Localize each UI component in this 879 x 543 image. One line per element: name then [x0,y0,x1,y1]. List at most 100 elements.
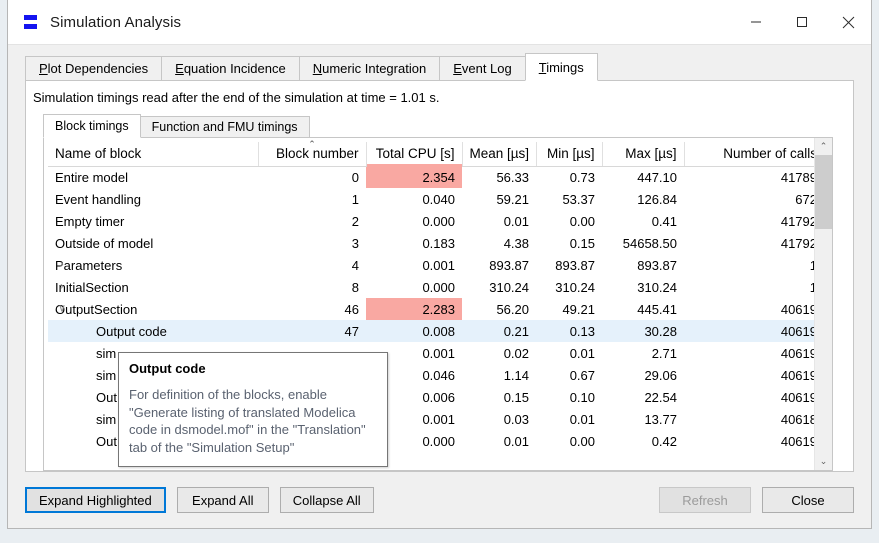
cell-min: 0.73 [569,169,595,185]
column-header-number-of-calls[interactable]: Number of calls [684,142,814,167]
simulation-analysis-window: Simulation Analysis Plot Dependencies Eq… [7,0,872,529]
cell-name-of-block: Entire model [48,166,258,188]
cell-mean: 56.33 [496,169,529,185]
tab-equation-incidence[interactable]: Equation Incidence [161,56,299,81]
cell-mean: 0.03 [503,411,529,427]
tab-event-log[interactable]: Event Log [439,56,525,81]
table-header-row: Name of block ⌃ Block number Total CPU [… [48,140,814,167]
block-tooltip: Output code For definition of the blocks… [118,352,388,467]
cell-block-number: 2 [351,213,359,229]
cell-total-cpu: 0.000 [422,279,455,295]
cell-max: 0.42 [651,433,677,449]
cell-name-of-block: › Parameters [48,254,258,276]
expand-highlighted-button[interactable]: Expand Highlighted [25,487,166,513]
cell-number-of-calls: 40618 [780,411,814,427]
cell-total-cpu: 2.354 [366,166,462,188]
cell-max: 22.54 [644,389,677,405]
column-header-block-number[interactable]: ⌃ Block number [258,140,367,167]
cell-block-number: 4 [351,257,359,273]
table-row[interactable]: Event handling 1 0.040 59.21 53.37 126.84 672 [48,188,814,210]
scrollbar-thumb[interactable] [815,155,832,229]
vertical-scrollbar[interactable]: ⌃ ⌄ [814,138,832,470]
cell-number-of-calls: 41789 [780,169,814,185]
cell-total-cpu: 0.000 [422,213,455,229]
cell-mean: 0.02 [503,345,529,361]
cell-mean: 59.21 [496,191,529,207]
tab-timings[interactable]: Timings [524,53,598,81]
block-name-label: Out [96,389,117,405]
cell-block-number: 46 [344,301,359,317]
block-name-label: Entire model [55,169,128,185]
column-header-max[interactable]: Max [µs] [602,142,685,167]
minimize-button[interactable] [733,0,779,44]
cell-name-of-block: Empty timer [48,210,258,232]
column-header-min[interactable]: Min [µs] [536,142,603,167]
close-dialog-button[interactable]: Close [762,487,854,513]
table-row[interactable]: ›InitialSection 8 0.000 310.24 310.24 310.24 1 [48,276,814,298]
cell-number-of-calls: 672 [795,191,814,207]
expand-all-button[interactable]: Expand All [176,487,269,513]
chevron-right-icon[interactable]: › [56,281,68,293]
cell-mean: 0.01 [503,213,529,229]
inner-tab-function-fmu-timings[interactable]: Function and FMU timings [140,116,310,138]
cell-number-of-calls: 1 [684,276,814,298]
table-row[interactable]: ∨ OutputSection 46 2.283 56.20 49.21 445.41 406… [48,298,814,320]
scroll-up-arrow-icon[interactable]: ⌃ [815,138,832,155]
main-tabstrip: Plot Dependencies Equation Incidence Num… [8,53,871,81]
cell-number-of-calls: 41792 [780,213,814,229]
inner-tab-label: Block timings [55,119,129,133]
chevron-down-icon[interactable]: ∨ [56,303,68,315]
cell-name-of-block: Event handling [48,188,258,210]
window-controls [733,0,871,44]
collapse-all-button[interactable]: Collapse All [279,487,374,513]
cell-mean: 1.14 [503,367,529,383]
table-row[interactable]: Outside of model 3 0.183 4.38 0.15 54658.50 41… [48,232,814,254]
block-name-label: sim [96,411,117,427]
inner-tab-block-timings[interactable]: Block timings [43,114,141,138]
block-name-label: sim [96,367,117,383]
cell-max: 0.41 [651,213,677,229]
cell-name-of-block: Outside of model [48,232,258,254]
cell-min: 0.01 [569,345,595,361]
tab-label: Equation Incidence [175,61,286,76]
cell-min: 893.87 [555,257,595,273]
table-row[interactable]: Empty timer 2 0.000 0.01 0.00 0.41 41792 [48,210,814,232]
table-row[interactable]: Output code 47 0.008 0.21 0.13 30.28 40619 [48,320,814,342]
cell-max: 447.10 [637,169,677,185]
cell-min: 0.00 [569,433,595,449]
tab-numeric-integration[interactable]: Numeric Integration [298,56,440,81]
cell-total-cpu: 0.183 [422,235,455,251]
table-header: Name of block ⌃ Block number Total CPU [… [48,140,814,167]
cell-number-of-calls: 40619 [780,389,814,405]
column-header-mean[interactable]: Mean [µs] [462,142,537,167]
cell-block-number: 8 [351,279,359,295]
cell-max: 2.71 [651,345,677,361]
cell-min: 0.01 [569,411,595,427]
table-row[interactable]: Entire model 0 2.354 56.33 0.73 447.10 41789 [48,166,814,188]
tooltip-body: For definition of the blocks, enable "Ge… [129,387,366,455]
window-title: Simulation Analysis [50,13,182,31]
tooltip-title: Output code [129,361,206,376]
cell-min: 0.10 [569,389,595,405]
chevron-right-icon[interactable]: › [56,259,68,271]
cell-number-of-calls: 41792 [780,235,814,251]
scrollbar-track[interactable] [815,155,832,453]
cell-max: 310.24 [637,279,677,295]
cell-mean: 0.21 [462,320,536,342]
tab-label: Timings [538,59,584,75]
cell-total-cpu: 0.001 [422,257,455,273]
maximize-button[interactable] [779,0,825,44]
column-header-total-cpu[interactable]: Total CPU [s] [366,142,463,167]
close-button[interactable] [825,0,871,44]
cell-min: 49.21 [562,301,595,317]
block-name-label: Event handling [55,191,142,207]
cell-max: 29.06 [644,367,677,383]
table-row[interactable]: ›Parameters 4 0.001 893.87 893.87 893.87 1 [48,254,814,276]
column-header-name-of-block[interactable]: Name of block [48,142,259,167]
cell-number-of-calls: 40619 [780,367,814,383]
scroll-down-arrow-icon[interactable]: ⌄ [815,453,832,470]
tab-plot-dependencies[interactable]: Plot Dependencies [25,56,162,81]
cell-min: 53.37 [562,191,595,207]
cell-mean: 310.24 [489,279,529,295]
inner-tabstrip: Block timings Function and FMU timings [26,114,853,138]
